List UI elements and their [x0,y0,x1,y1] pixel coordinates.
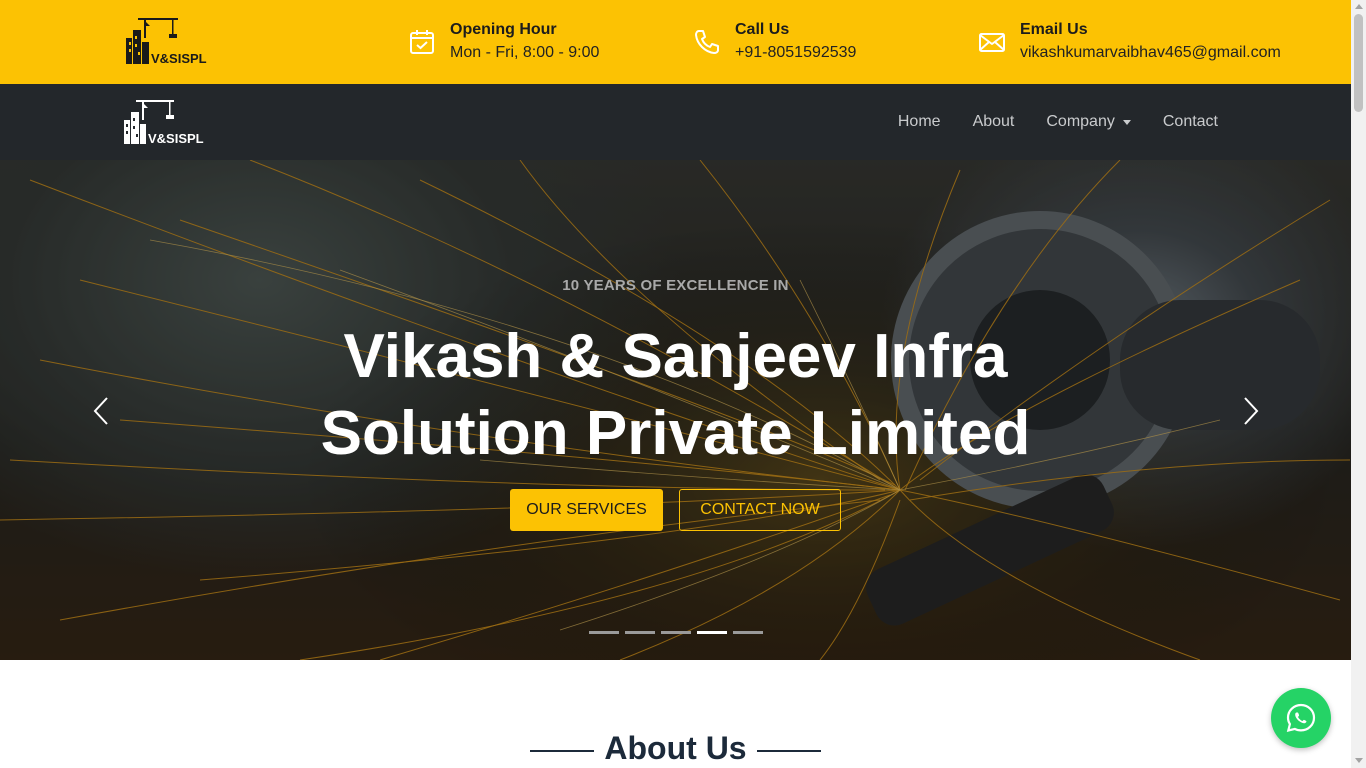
divider [530,749,595,752]
carousel-indicator[interactable] [733,631,763,634]
company-logo[interactable]: V&SISPL [120,16,210,68]
navbar-logo[interactable]: V&SISPL [120,98,206,148]
call-us-title: Call Us [735,21,790,38]
carousel-indicator[interactable] [589,631,619,634]
chevron-left-icon [93,397,108,425]
opening-hours-value: Mon - Fri, 8:00 - 9:00 [450,44,600,61]
nav-home[interactable]: Home [898,113,941,131]
opening-hours-info: Opening Hour Mon - Fri, 8:00 - 9:00 [408,19,599,65]
top-info-bar: V&SISPL Opening Hour Mon - Fri, 8:00 - 9… [0,0,1351,84]
nav-company-dropdown[interactable]: Company [1046,113,1131,131]
hero-title-line1: Vikash & Sanjeev Infra [343,322,1008,391]
email-us-info: Email Us vikashkumarvaibhav465@gmail.com [978,19,1281,65]
envelope-icon [978,28,1006,56]
calendar-icon [408,28,436,56]
hero-title-line2: Solution Private Limited [320,399,1031,468]
carousel-indicator[interactable] [661,631,691,634]
main-navbar: V&SISPL Home About Company Contact [0,84,1351,160]
carousel-indicator[interactable] [625,631,655,634]
navbar-logo-text: V&SISPL [148,131,204,146]
opening-hours-title: Opening Hour [450,21,557,38]
contact-now-button[interactable]: CONTACT NOW [679,489,841,531]
scroll-up-arrow-icon[interactable] [1355,4,1363,9]
page-scrollbar[interactable] [1351,0,1366,768]
call-us-info: Call Us +91-8051592539 [693,19,856,65]
scrollbar-thumb[interactable] [1354,14,1363,112]
carousel-indicator-active[interactable] [697,631,727,634]
phone-number[interactable]: +91-8051592539 [735,41,856,65]
about-heading-text: About Us [604,730,747,766]
phone-icon [693,28,721,56]
carousel-next-button[interactable] [1238,396,1262,426]
chevron-right-icon [1244,397,1259,425]
logo-text: V&SISPL [151,51,207,66]
nav-company-label: Company [1046,113,1115,130]
nav-about[interactable]: About [973,113,1015,131]
divider [756,749,821,752]
nav-links: Home About Company Contact [866,84,1218,160]
hero-title: Vikash & Sanjeev Infra Solution Private … [0,318,1351,472]
whatsapp-icon [1286,703,1316,732]
caret-down-icon [1122,119,1131,125]
email-us-title: Email Us [1020,21,1088,38]
nav-contact[interactable]: Contact [1163,113,1218,131]
carousel-prev-button[interactable] [90,396,114,426]
whatsapp-button[interactable] [1271,688,1331,748]
hero-carousel: 10 YEARS OF EXCELLENCE IN Vikash & Sanje… [0,160,1351,660]
about-section-heading: About Us [0,730,1351,767]
email-address[interactable]: vikashkumarvaibhav465@gmail.com [1020,41,1281,65]
carousel-indicators [589,631,769,634]
our-services-button[interactable]: OUR SERVICES [510,489,663,531]
hero-subtitle: 10 YEARS OF EXCELLENCE IN [562,277,789,294]
scroll-down-arrow-icon[interactable] [1355,758,1363,763]
